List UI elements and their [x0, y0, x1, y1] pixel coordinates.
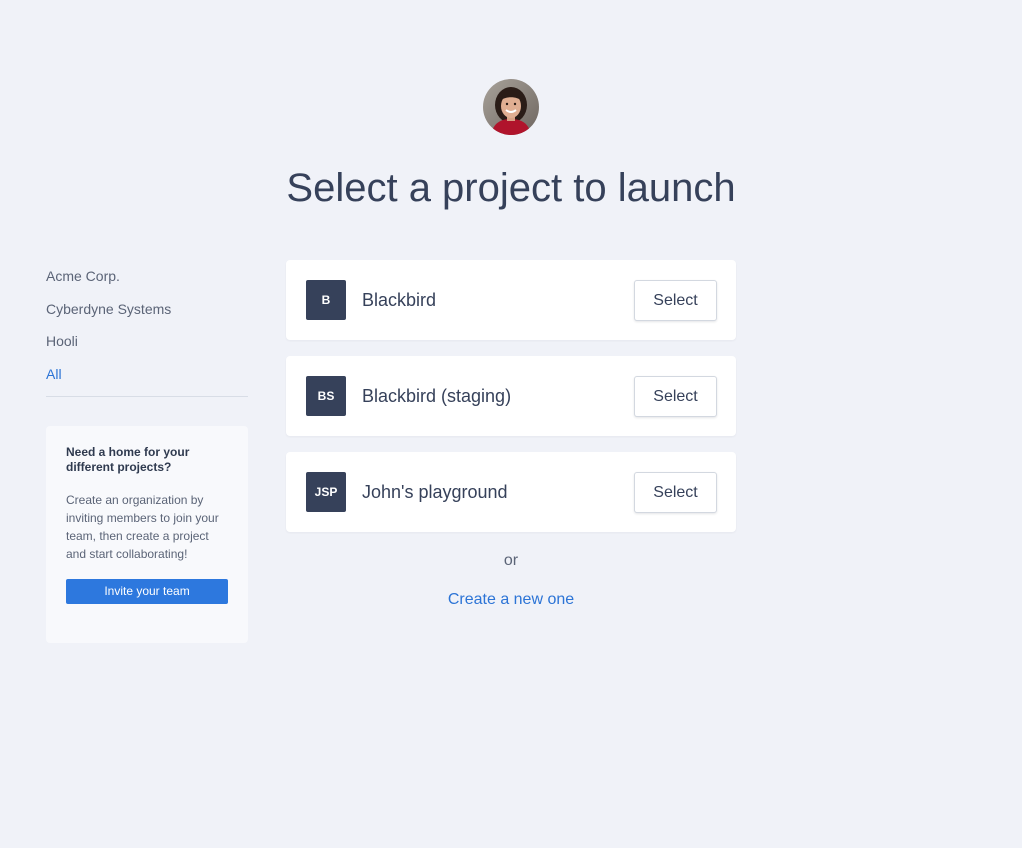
project-card-blackbird-staging: BS Blackbird (staging) Select	[286, 356, 736, 436]
org-item-hooli[interactable]: Hooli	[46, 325, 248, 358]
org-item-all[interactable]: All	[46, 358, 248, 391]
project-card-johns-playground: JSP John's playground Select	[286, 452, 736, 532]
organization-promo-card: Need a home for your different projects?…	[46, 426, 248, 643]
or-separator: or	[503, 552, 519, 569]
page-title: Select a project to launch	[286, 166, 736, 210]
avatar	[483, 79, 539, 135]
invite-team-button[interactable]: Invite your team	[66, 579, 228, 604]
select-button-johns-playground[interactable]: Select	[634, 472, 717, 513]
user-avatar-icon	[483, 79, 539, 135]
org-divider	[46, 396, 248, 397]
project-card-blackbird: B Blackbird Select	[286, 260, 736, 340]
promo-title: Need a home for your different projects?	[66, 445, 190, 474]
project-name: John's playground	[362, 482, 508, 502]
select-button-blackbird[interactable]: Select	[634, 280, 717, 321]
organization-filter: Acme Corp. Cyberdyne Systems Hooli All	[46, 260, 248, 390]
project-badge: BS	[306, 376, 346, 416]
project-name: Blackbird (staging)	[362, 386, 512, 406]
project-badge: B	[306, 280, 346, 320]
select-button-blackbird-staging[interactable]: Select	[634, 376, 717, 417]
org-item-acme-corp[interactable]: Acme Corp.	[46, 260, 248, 293]
create-new-project-link[interactable]: Create a new one	[286, 590, 736, 610]
project-badge: JSP	[306, 472, 346, 512]
promo-text: Create an organization by inviting membe…	[66, 493, 219, 561]
org-item-cyberdyne-systems[interactable]: Cyberdyne Systems	[46, 293, 248, 326]
project-name: Blackbird	[362, 290, 437, 310]
